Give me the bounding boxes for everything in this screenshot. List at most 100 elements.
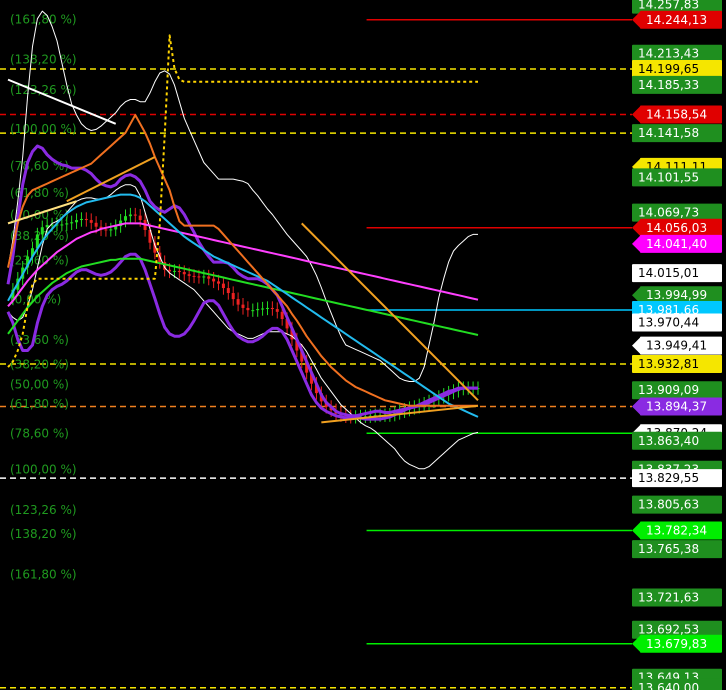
price-tag-6: 14.141,58 bbox=[632, 124, 722, 143]
price-tag-25: 13.782,34 bbox=[632, 521, 722, 540]
price-tag-18: 13.909,09 bbox=[632, 381, 722, 400]
price-tag-8: 14.101,55 bbox=[632, 168, 722, 187]
price-tag-label-21: 13.863,40 bbox=[638, 434, 699, 448]
price-tag-label-16: 13.949,41 bbox=[646, 339, 707, 353]
price-tag-27: 13.721,63 bbox=[632, 588, 722, 607]
fib-label-0: (161,80 %) bbox=[10, 12, 77, 26]
candle-body-48 bbox=[241, 304, 245, 308]
fib-label-16: (123,26 %) bbox=[10, 503, 77, 517]
price-tag-label-28: 13.692,53 bbox=[638, 623, 699, 637]
horizontal-levels bbox=[0, 19, 632, 689]
candle-body-18 bbox=[94, 222, 98, 227]
price-tag-label-4: 14.185,33 bbox=[638, 78, 699, 92]
trend-line-3 bbox=[301, 222, 479, 401]
candle-body-7 bbox=[40, 227, 44, 235]
candle-body-50 bbox=[251, 310, 255, 312]
candle-body-44 bbox=[221, 283, 225, 289]
price-tag-21: 13.863,40 bbox=[632, 431, 722, 450]
price-tag-1: 14.244,13 bbox=[632, 10, 722, 29]
price-tag-label-15: 13.970,44 bbox=[638, 315, 699, 329]
candle-body-24 bbox=[124, 216, 127, 221]
candle-body-41 bbox=[207, 276, 211, 279]
price-tag-23: 13.829,55 bbox=[632, 469, 722, 488]
price-tag-16: 13.949,41 bbox=[632, 336, 722, 355]
fib-label-13: (61,80 %) bbox=[10, 397, 69, 411]
price-chart[interactable]: (161,80 %) (138,20 %) (123,26 %) (100,00 %)… bbox=[0, 0, 726, 690]
candle-body-39 bbox=[197, 276, 201, 278]
fib-label-7: (38,20 %) bbox=[10, 229, 69, 243]
candle-body-12 bbox=[65, 223, 69, 225]
price-tag-label-13: 13.994,99 bbox=[646, 288, 707, 302]
candle-body-47 bbox=[236, 299, 240, 305]
price-tag-label-17: 13.932,81 bbox=[638, 357, 699, 371]
price-tag-label-1: 14.244,13 bbox=[646, 13, 707, 27]
price-tag-3: 14.199,65 bbox=[632, 60, 722, 78]
price-tag-label-9: 14.069,73 bbox=[638, 206, 699, 220]
candle-body-51 bbox=[256, 309, 260, 311]
price-tag-label-6: 14.141,58 bbox=[638, 126, 699, 140]
price-tag-label-3: 14.199,65 bbox=[638, 62, 699, 76]
candle-body-42 bbox=[212, 278, 216, 282]
candle-body-37 bbox=[187, 274, 191, 276]
candle-body-53 bbox=[265, 307, 269, 309]
price-tag-19: 13.894,37 bbox=[632, 397, 722, 416]
candle-body-45 bbox=[226, 288, 230, 294]
series-line-8 bbox=[7, 34, 478, 368]
candle-body-11 bbox=[60, 224, 64, 226]
price-tag-label-0: 14.257,83 bbox=[638, 0, 699, 12]
candle-body-21 bbox=[109, 229, 113, 231]
price-tag-label-18: 13.909,09 bbox=[638, 383, 699, 397]
candle-body-56 bbox=[280, 311, 284, 320]
candle-body-14 bbox=[75, 220, 79, 223]
fibonacci-labels: (161,80 %) (138,20 %) (123,26 %) (100,00 %)… bbox=[10, 12, 77, 581]
price-tag-label-25: 13.782,34 bbox=[646, 523, 707, 537]
price-tag-label-12: 14.015,01 bbox=[638, 266, 699, 280]
price-tag-label-23: 13.829,55 bbox=[638, 471, 699, 485]
candle-body-15 bbox=[79, 218, 83, 221]
fib-label-1: (138,20 %) bbox=[10, 52, 77, 66]
price-tag-24: 13.805,63 bbox=[632, 495, 722, 514]
price-tag-10: 14.056,03 bbox=[632, 218, 722, 237]
candle-body-54 bbox=[270, 307, 274, 310]
indicator-lines bbox=[6, 10, 479, 470]
candle-body-46 bbox=[231, 293, 235, 300]
candle-body-43 bbox=[217, 281, 221, 284]
price-tag-label-31: 13.640,00 bbox=[638, 681, 699, 690]
candle-body-8 bbox=[45, 225, 49, 228]
price-tag-11: 14.041,40 bbox=[632, 234, 722, 253]
fib-label-3: (100,00 %) bbox=[10, 122, 77, 136]
series-line-7 bbox=[7, 114, 478, 407]
candle-body-38 bbox=[192, 275, 196, 277]
candle-body-27 bbox=[138, 215, 142, 221]
price-tag-12: 14.015,01 bbox=[632, 264, 722, 283]
fib-label-18: (161,80 %) bbox=[10, 567, 77, 581]
price-tag-label-11: 14.041,40 bbox=[646, 237, 707, 251]
candle-body-13 bbox=[70, 222, 74, 224]
price-tag-29: 13.679,83 bbox=[632, 634, 722, 653]
price-tag-5: 14.158,54 bbox=[632, 105, 722, 124]
candle-body-25 bbox=[128, 214, 132, 217]
candle-body-49 bbox=[246, 307, 250, 311]
candle-body-52 bbox=[261, 308, 265, 310]
candle-body-16 bbox=[84, 218, 88, 221]
series-line-4 bbox=[7, 222, 479, 307]
price-tag-17: 13.932,81 bbox=[632, 355, 722, 374]
price-tag-label-8: 14.101,55 bbox=[638, 170, 699, 184]
candle-body-40 bbox=[202, 276, 206, 278]
candle-body-36 bbox=[182, 272, 186, 275]
fib-label-15: (100,00 %) bbox=[10, 463, 77, 477]
candle-body-34 bbox=[172, 270, 176, 272]
price-tag-label-24: 13.805,63 bbox=[638, 498, 699, 512]
price-axis: 14.257,8314.244,13 14.213,4314.199,65 14.1… bbox=[632, 0, 726, 690]
fib-label-14: (78,60 %) bbox=[10, 426, 69, 440]
trend-lines bbox=[7, 78, 479, 424]
price-tag-label-2: 14.213,43 bbox=[638, 47, 699, 61]
price-tag-4: 14.185,33 bbox=[632, 75, 722, 94]
price-tag-26: 13.765,38 bbox=[632, 540, 722, 559]
fib-label-4: (78,60 %) bbox=[10, 159, 69, 173]
price-tag-label-29: 13.679,83 bbox=[646, 637, 707, 651]
price-tag-15: 13.970,44 bbox=[632, 313, 722, 332]
candle-body-17 bbox=[89, 220, 93, 223]
candle-body-26 bbox=[133, 214, 137, 216]
price-tag-label-5: 14.158,54 bbox=[646, 107, 707, 121]
